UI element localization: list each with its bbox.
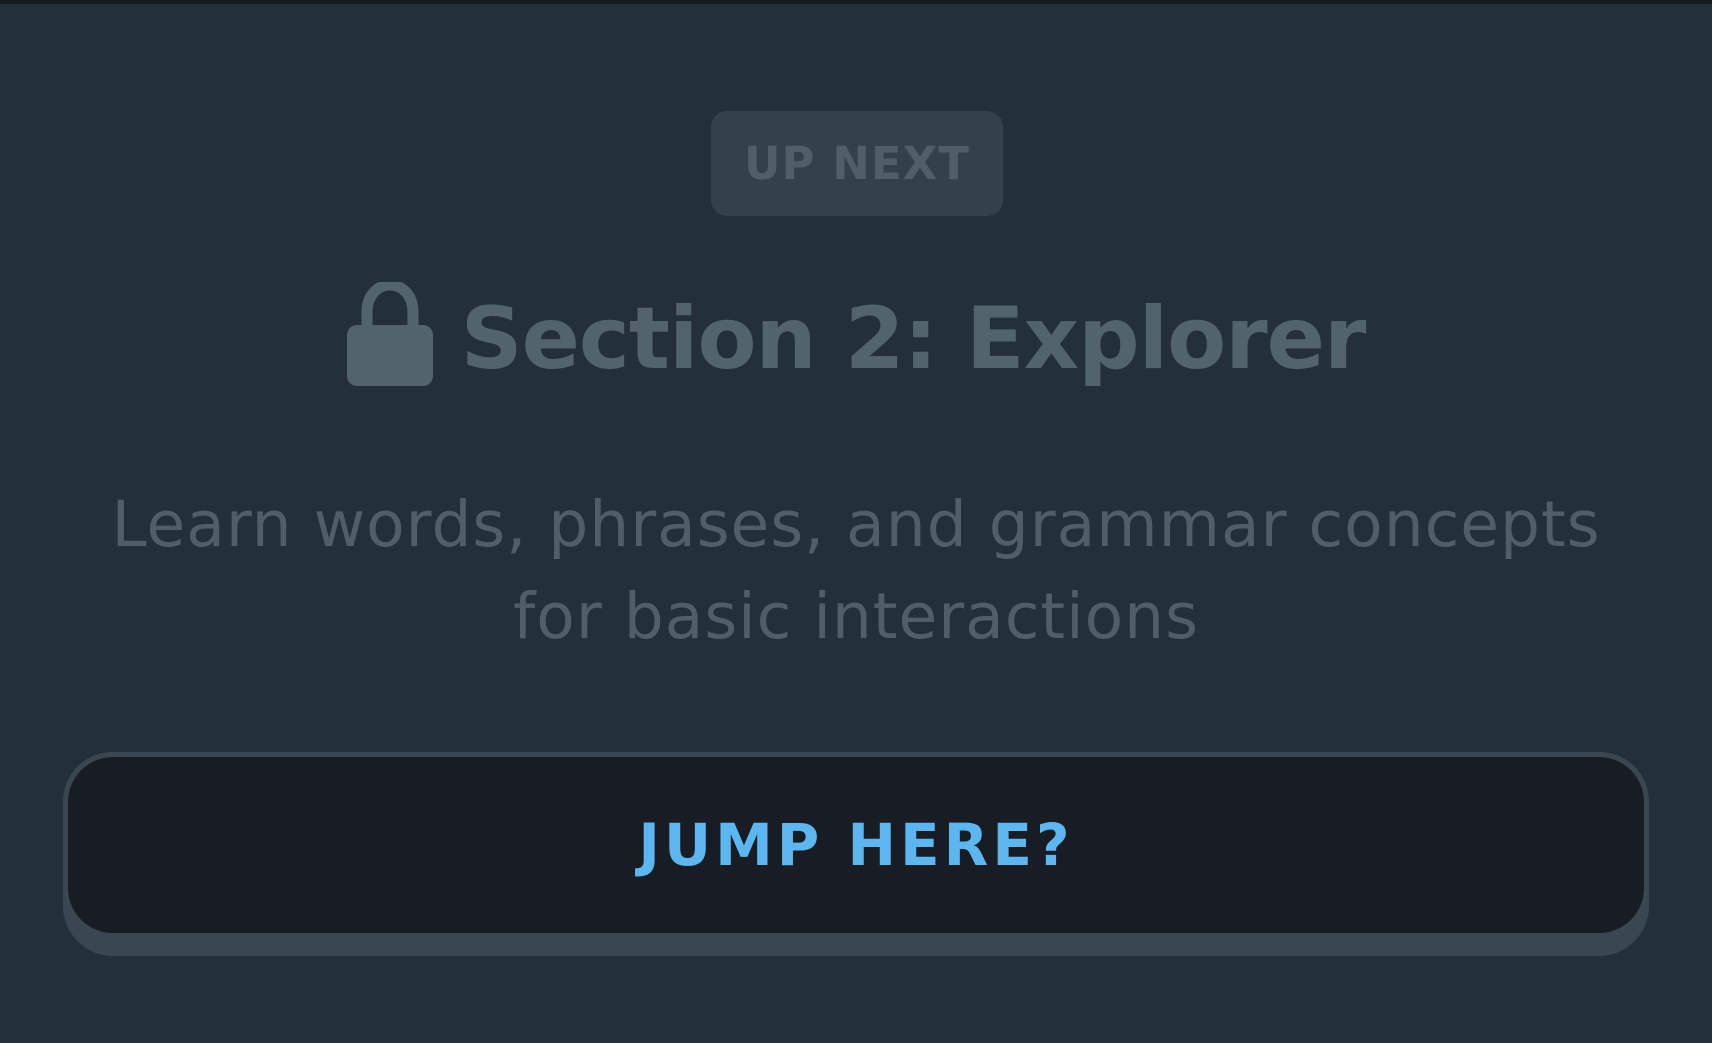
section-title-row: Section 2: Explorer [0,274,1712,404]
section-card: UP NEXT Section 2: Explorer Learn words,… [0,4,1712,1043]
jump-here-button[interactable]: JUMP HERE? [63,752,1649,938]
section-description: Learn words, phrases, and grammar concep… [111,488,1601,653]
up-next-label: UP NEXT [744,137,970,190]
section-title: Section 2: Explorer [460,289,1367,389]
lock-icon [346,282,433,386]
up-next-badge: UP NEXT [711,111,1003,216]
jump-here-label: JUMP HERE? [638,811,1074,879]
